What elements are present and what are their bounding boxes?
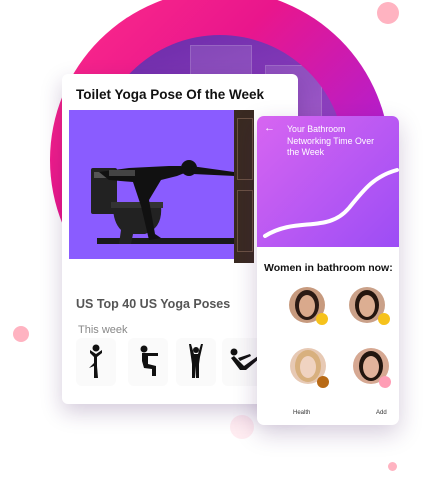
status-badge — [316, 313, 328, 325]
decor-dot-top — [377, 2, 399, 24]
arrow-left-icon[interactable]: ← — [264, 122, 275, 134]
this-week-label: This week — [78, 324, 128, 336]
networking-header: ← Your Bathroom Networking Time Over the… — [257, 116, 399, 247]
card-title: Toilet Yoga Pose Of the Week — [76, 87, 265, 102]
bathroom-networking-card: ← Your Bathroom Networking Time Over the… — [257, 116, 399, 425]
status-badge — [317, 376, 329, 388]
networking-time-label: Your Bathroom Networking Time Over the W… — [287, 124, 375, 157]
tree-pose-icon — [89, 344, 102, 378]
pose-tile-1[interactable] — [76, 338, 116, 386]
yoga-pose-hero-image[interactable] — [69, 110, 254, 259]
arms-raised-pose-icon — [189, 344, 203, 378]
trend-wave — [263, 168, 399, 238]
decor-dot-left — [13, 326, 29, 342]
decor-glow — [230, 415, 254, 439]
person-yoga-pose-icon — [91, 160, 237, 244]
pose-tile-3[interactable] — [176, 338, 216, 386]
status-badge — [379, 376, 391, 388]
status-badge — [378, 313, 390, 325]
chair-pose-icon — [140, 345, 158, 376]
pose-tile-4[interactable] — [222, 338, 262, 386]
section-title: Women in bathroom now: — [264, 262, 393, 274]
avatar-label: Health — [293, 410, 311, 416]
door-image — [234, 110, 254, 263]
avatar-label[interactable]: Add — [376, 410, 387, 416]
decor-dot-bottom — [388, 462, 397, 471]
pose-tile-2[interactable] — [128, 338, 168, 386]
section-title: US Top 40 US Yoga Poses — [76, 297, 231, 311]
